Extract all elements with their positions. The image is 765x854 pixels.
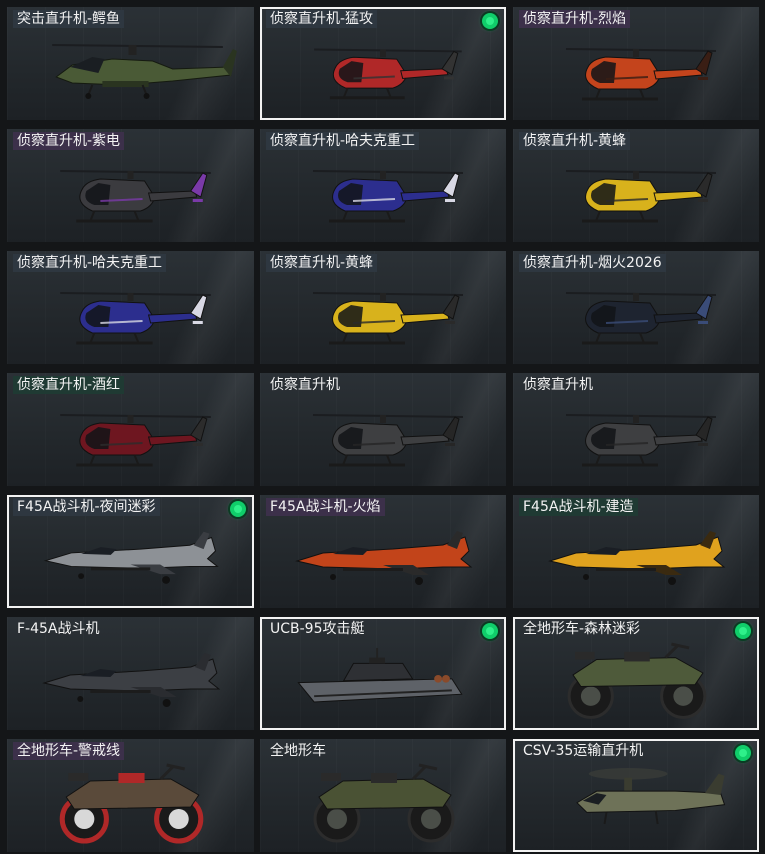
vehicle-skin-card[interactable]: 侦察直升机-烟火2026	[513, 251, 759, 364]
vehicle-skin-name: 全地形车	[270, 743, 326, 759]
vehicle-skin-card[interactable]: 侦察直升机-黄蜂	[513, 129, 759, 242]
vehicle-skin-name: 侦察直升机-烈焰	[519, 10, 631, 28]
vehicle-skin-card[interactable]: 侦察直升机-烈焰	[513, 7, 759, 120]
vehicle-skin-card[interactable]: 侦察直升机	[513, 373, 759, 486]
vehicle-skin-name: 侦察直升机-紫电	[13, 132, 125, 150]
vehicle-skin-name: UCB-95攻击艇	[270, 621, 365, 637]
vehicle-skin-card[interactable]: 突击直升机-鳄鱼	[7, 7, 254, 120]
vehicle-skin-card[interactable]: UCB-95攻击艇	[260, 617, 506, 730]
vehicle-skin-name: CSV-35运输直升机	[523, 743, 644, 759]
vehicle-skin-card[interactable]: 全地形车-森林迷彩	[513, 617, 759, 730]
equipped-indicator-icon	[482, 623, 498, 639]
vehicle-skin-card[interactable]: F45A战斗机-火焰	[260, 495, 506, 608]
vehicle-skin-name: F45A战斗机-火焰	[266, 498, 385, 516]
vehicle-skin-name: 侦察直升机-猛攻	[266, 10, 378, 28]
vehicle-skin-card[interactable]: 侦察直升机-黄蜂	[260, 251, 506, 364]
vehicle-skin-card[interactable]: 侦察直升机-猛攻	[260, 7, 506, 120]
vehicle-skin-card[interactable]: 全地形车-警戒线	[7, 739, 254, 852]
vehicle-skin-name: 侦察直升机-黄蜂	[266, 254, 378, 272]
vehicle-skin-name: 侦察直升机-哈夫克重工	[13, 254, 167, 272]
vehicle-skin-name: F-45A战斗机	[17, 621, 100, 637]
vehicle-skin-name: 侦察直升机	[523, 377, 593, 393]
vehicle-skin-card[interactable]: 侦察直升机-哈夫克重工	[260, 129, 506, 242]
vehicle-skin-name: 侦察直升机-酒红	[13, 376, 125, 394]
vehicle-skin-card[interactable]: 侦察直升机-酒红	[7, 373, 254, 486]
vehicle-skin-card[interactable]: 侦察直升机-哈夫克重工	[7, 251, 254, 364]
equipped-indicator-icon	[230, 501, 246, 517]
vehicle-skin-grid: 突击直升机-鳄鱼 侦察直升机-猛攻 侦察直升机-烈焰 侦察直升机-紫电 侦察直升机-哈夫…	[0, 0, 765, 854]
vehicle-skin-card[interactable]: 侦察直升机-紫电	[7, 129, 254, 242]
vehicle-skin-card[interactable]: F45A战斗机-夜间迷彩	[7, 495, 254, 608]
vehicle-skin-card[interactable]: CSV-35运输直升机	[513, 739, 759, 852]
vehicle-skin-name: 侦察直升机	[270, 377, 340, 393]
vehicle-skin-card[interactable]: F-45A战斗机	[7, 617, 254, 730]
vehicle-skin-name: 侦察直升机-哈夫克重工	[266, 132, 420, 150]
equipped-indicator-icon	[735, 745, 751, 761]
vehicle-skin-name: 侦察直升机-烟火2026	[519, 254, 666, 272]
vehicle-skin-name: 全地形车-警戒线	[13, 742, 125, 760]
vehicle-skin-name: 侦察直升机-黄蜂	[519, 132, 631, 150]
equipped-indicator-icon	[735, 623, 751, 639]
vehicle-skin-name: 突击直升机-鳄鱼	[13, 10, 125, 28]
vehicle-skin-name: F45A战斗机-建造	[519, 498, 638, 516]
equipped-indicator-icon	[482, 13, 498, 29]
vehicle-skin-card[interactable]: F45A战斗机-建造	[513, 495, 759, 608]
vehicle-skin-name: F45A战斗机-夜间迷彩	[13, 498, 160, 516]
vehicle-skin-card[interactable]: 全地形车	[260, 739, 506, 852]
vehicle-skin-card[interactable]: 侦察直升机	[260, 373, 506, 486]
vehicle-skin-name: 全地形车-森林迷彩	[523, 621, 641, 637]
